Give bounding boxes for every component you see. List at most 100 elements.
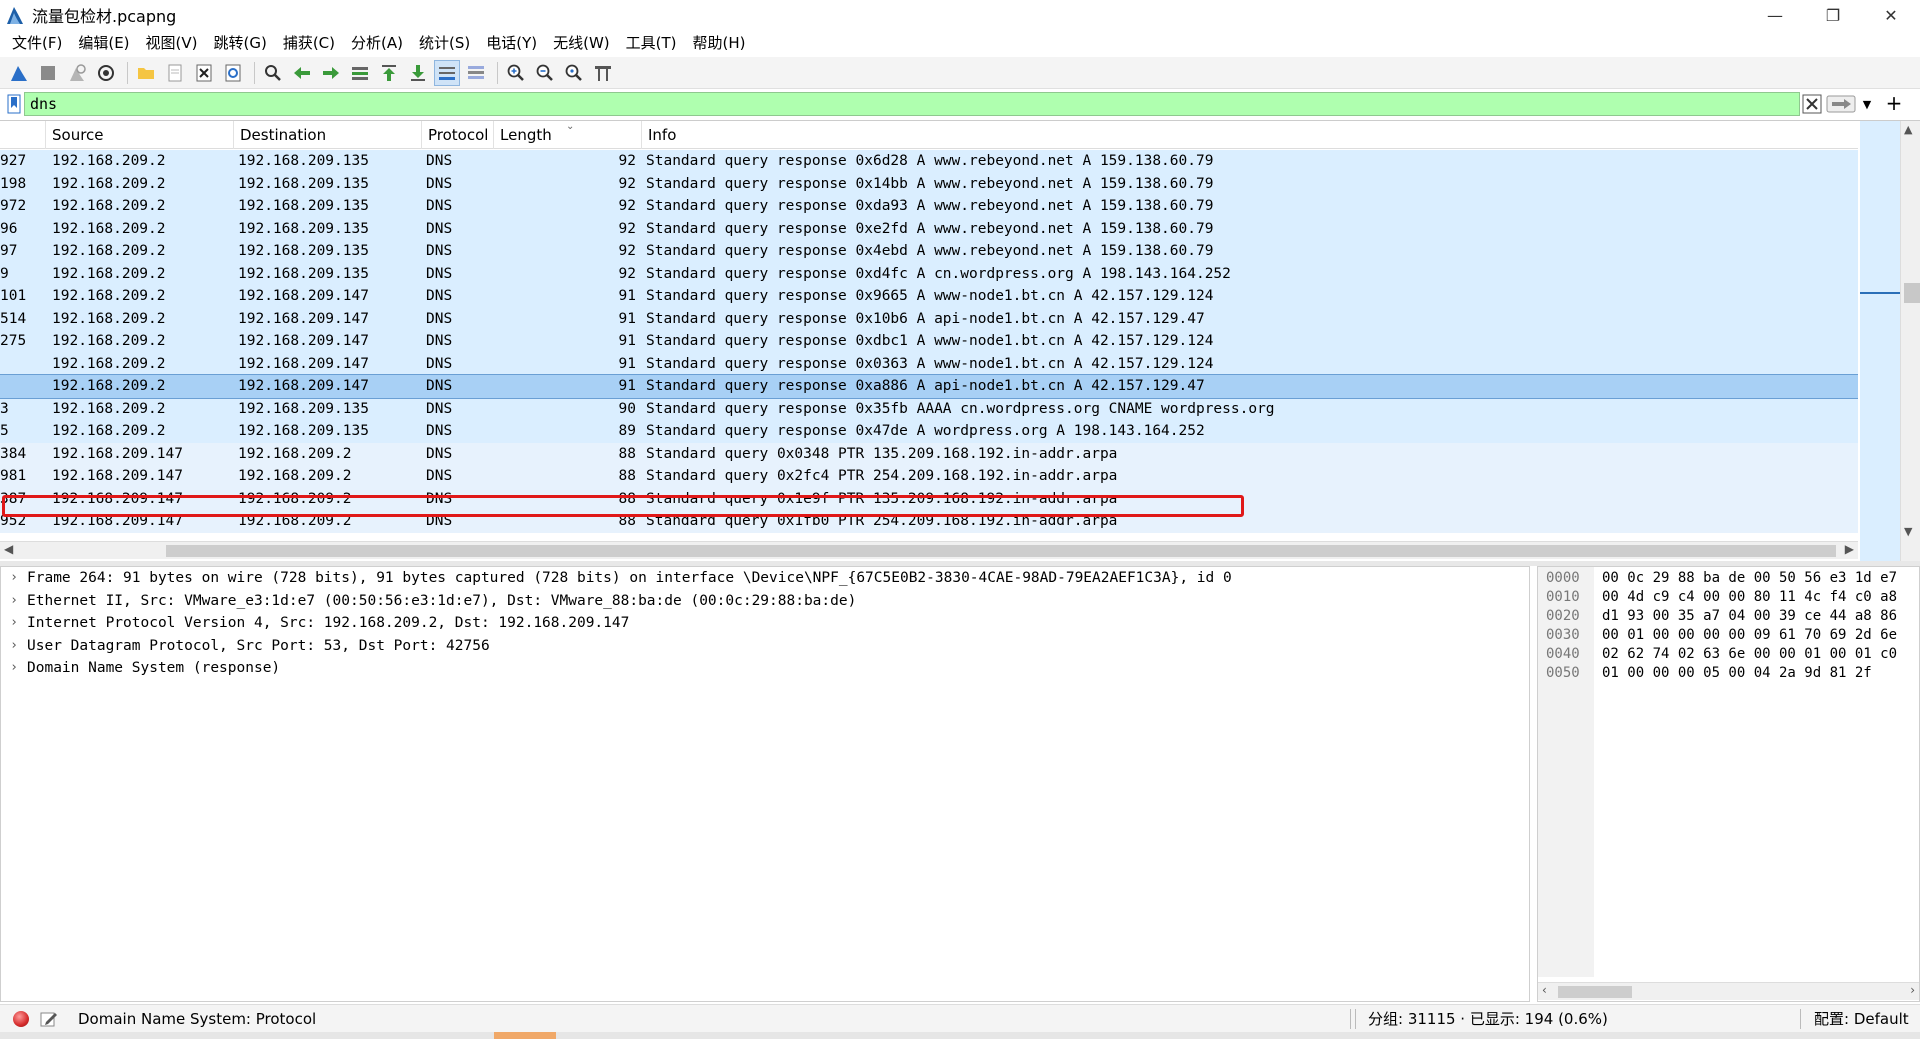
- packet-row[interactable]: 384 192.168.209.147 192.168.209.2 DNS 88 Stan…: [0, 442, 1858, 465]
- packet-row[interactable]: 192.168.209.2 192.168.209.147 DNS 91 Standar…: [0, 352, 1858, 375]
- filter-history-dropdown[interactable]: ▼: [1858, 94, 1876, 114]
- go-to-packet-button[interactable]: [347, 60, 373, 86]
- packet-number: 927: [0, 153, 27, 169]
- menu-telephony[interactable]: 电话(Y): [478, 30, 545, 57]
- packet-row[interactable]: 981 192.168.209.147 192.168.209.2 DNS 88 Stan…: [0, 465, 1858, 488]
- menu-help[interactable]: 帮助(H): [685, 30, 754, 57]
- gear-icon: [98, 64, 114, 81]
- chevron-right-icon[interactable]: ›: [1, 567, 27, 590]
- packet-row[interactable]: 387 192.168.209.147 192.168.209.2 DNS 88 Stan…: [0, 487, 1858, 510]
- chevron-right-icon[interactable]: ›: [1, 590, 27, 613]
- column-header-destination[interactable]: Destination: [234, 121, 422, 149]
- packet-row[interactable]: 198 192.168.209.2 192.168.209.135 DNS 92 Stan…: [0, 172, 1858, 195]
- packet-row[interactable]: 927 192.168.209.2 192.168.209.135 DNS 92 Stan…: [0, 150, 1858, 173]
- scroll-down-icon[interactable]: ▼: [1904, 525, 1912, 538]
- menu-edit[interactable]: 编辑(E): [70, 30, 137, 57]
- column-header-source[interactable]: Source: [46, 121, 234, 149]
- menu-statistics[interactable]: 统计(S): [411, 30, 478, 57]
- packet-row-selected[interactable]: 192.168.209.2 192.168.209.147 DNS 91 Standar…: [0, 374, 1858, 399]
- detail-row-udp[interactable]: › User Datagram Protocol, Src Port: 53, …: [1, 635, 1529, 658]
- packet-row[interactable]: 5 192.168.209.2 192.168.209.135 DNS 89 Standa…: [0, 420, 1858, 443]
- menu-tools[interactable]: 工具(T): [618, 30, 685, 57]
- menu-go[interactable]: 跳转(G): [206, 30, 275, 57]
- packet-row[interactable]: 952 192.168.209.147 192.168.209.2 DNS 88 Stan…: [0, 510, 1858, 533]
- detail-row-ethernet[interactable]: › Ethernet II, Src: VMware_e3:1d:e7 (00:…: [1, 590, 1529, 613]
- menu-file[interactable]: 文件(F): [4, 30, 70, 57]
- packet-row[interactable]: 972 192.168.209.2 192.168.209.135 DNS 92 Stan…: [0, 195, 1858, 218]
- packet-row[interactable]: 96 192.168.209.2 192.168.209.135 DNS 92 Stand…: [0, 217, 1858, 240]
- column-header-info[interactable]: Info: [642, 121, 1858, 149]
- packet-row[interactable]: 275 192.168.209.2 192.168.209.147 DNS 91 Stan…: [0, 330, 1858, 353]
- scroll-right-icon[interactable]: ▶: [1845, 542, 1854, 556]
- search-icon: [265, 64, 281, 81]
- expert-info-icon[interactable]: [13, 1011, 29, 1027]
- auto-scroll-button[interactable]: [434, 59, 460, 86]
- minimize-button[interactable]: —: [1746, 0, 1804, 30]
- zoom-out-button[interactable]: [532, 60, 558, 86]
- packet-source: 192.168.209.2: [52, 310, 166, 327]
- byte-hex-line[interactable]: 01 00 00 00 05 00 04 2a 9d 81 2f: [1602, 664, 1920, 683]
- go-last-packet-button[interactable]: [405, 60, 431, 86]
- zoom-in-button[interactable]: [503, 60, 529, 86]
- packet-destination: 192.168.209.2: [238, 513, 352, 529]
- colorize-button[interactable]: [463, 60, 489, 86]
- open-file-button[interactable]: [133, 60, 159, 86]
- capture-options-button[interactable]: [93, 60, 119, 86]
- reload-file-button[interactable]: [220, 60, 246, 86]
- filter-bookmark-button[interactable]: [4, 92, 24, 116]
- column-header-no[interactable]: [0, 121, 46, 149]
- menu-view[interactable]: 视图(V): [138, 30, 206, 57]
- start-capture-button[interactable]: [6, 60, 32, 86]
- chevron-right-icon[interactable]: ›: [1, 612, 27, 635]
- menu-analyze[interactable]: 分析(A): [343, 30, 411, 57]
- display-filter-input[interactable]: dns: [24, 92, 1800, 116]
- capture-comment-icon[interactable]: [40, 1010, 58, 1028]
- close-file-button[interactable]: [191, 60, 217, 86]
- scrollbar-thumb[interactable]: [166, 545, 1836, 557]
- maximize-button[interactable]: ❐: [1804, 0, 1862, 30]
- byte-hex-line[interactable]: 02 62 74 02 63 6e 00 00 01 00 01 c0: [1602, 645, 1920, 664]
- restart-capture-button[interactable]: [64, 60, 90, 86]
- packet-list-horizontal-scrollbar[interactable]: ◀ ▶: [0, 541, 1858, 559]
- add-filter-button[interactable]: +: [1882, 91, 1906, 115]
- scroll-left-icon[interactable]: ‹: [1542, 983, 1547, 997]
- go-first-packet-button[interactable]: [376, 60, 402, 86]
- packet-length: 88: [618, 513, 636, 529]
- chevron-right-icon[interactable]: ›: [1, 635, 27, 658]
- packet-row[interactable]: 101 192.168.209.2 192.168.209.147 DNS 91 Stan…: [0, 285, 1858, 308]
- zoom-reset-button[interactable]: [561, 60, 587, 86]
- column-header-protocol[interactable]: Protocol: [422, 121, 494, 149]
- go-back-button[interactable]: [289, 60, 315, 86]
- packet-row[interactable]: 3 192.168.209.2 192.168.209.135 DNS 90 Standa…: [0, 397, 1858, 420]
- resize-columns-button[interactable]: [590, 60, 616, 86]
- packet-source: 192.168.209.2: [52, 355, 166, 372]
- scrollbar-thumb[interactable]: [1904, 283, 1920, 303]
- find-packet-button[interactable]: [260, 60, 286, 86]
- detail-row-dns[interactable]: › Domain Name System (response): [1, 657, 1529, 680]
- scroll-up-icon[interactable]: ▲: [1904, 123, 1912, 136]
- status-profile[interactable]: 配置: Default: [1814, 1005, 1909, 1033]
- packet-row[interactable]: 9 192.168.209.2 192.168.209.135 DNS 92 Standa…: [0, 262, 1858, 285]
- save-file-button[interactable]: [162, 60, 188, 86]
- menu-wireless[interactable]: 无线(W): [545, 30, 618, 57]
- chevron-right-icon[interactable]: ›: [1, 657, 27, 680]
- menu-capture[interactable]: 捕获(C): [275, 30, 343, 57]
- byte-hex-line[interactable]: 00 0c 29 88 ba de 00 50 56 e3 1d e7: [1602, 569, 1920, 588]
- packet-row[interactable]: 514 192.168.209.2 192.168.209.147 DNS 91 Stan…: [0, 307, 1858, 330]
- scroll-left-icon[interactable]: ◀: [4, 542, 13, 556]
- close-button[interactable]: ✕: [1862, 0, 1920, 30]
- go-forward-button[interactable]: [318, 60, 344, 86]
- filter-apply-button[interactable]: [1826, 94, 1856, 114]
- detail-row-ip[interactable]: › Internet Protocol Version 4, Src: 192.…: [1, 612, 1529, 635]
- detail-row-frame[interactable]: › Frame 264: 91 bytes on wire (728 bits)…: [1, 567, 1529, 590]
- byte-hex-column[interactable]: 00 0c 29 88 ba de 00 50 56 e3 1d e7 00 4…: [1602, 567, 1920, 977]
- filter-clear-button[interactable]: [1802, 94, 1822, 114]
- stop-capture-button[interactable]: [35, 60, 61, 86]
- bytes-horizontal-scrollbar[interactable]: ‹ ›: [1538, 982, 1919, 1000]
- byte-hex-line[interactable]: 00 4d c9 c4 00 00 80 11 4c f4 c0 a8: [1602, 588, 1920, 607]
- byte-hex-line[interactable]: d1 93 00 35 a7 04 00 39 ce 44 a8 86: [1602, 607, 1920, 626]
- scroll-right-icon[interactable]: ›: [1910, 983, 1915, 997]
- scrollbar-thumb[interactable]: [1558, 986, 1632, 998]
- byte-hex-line[interactable]: 00 01 00 00 00 00 09 61 70 69 2d 6e: [1602, 626, 1920, 645]
- packet-row[interactable]: 97 192.168.209.2 192.168.209.135 DNS 92 Stand…: [0, 240, 1858, 263]
